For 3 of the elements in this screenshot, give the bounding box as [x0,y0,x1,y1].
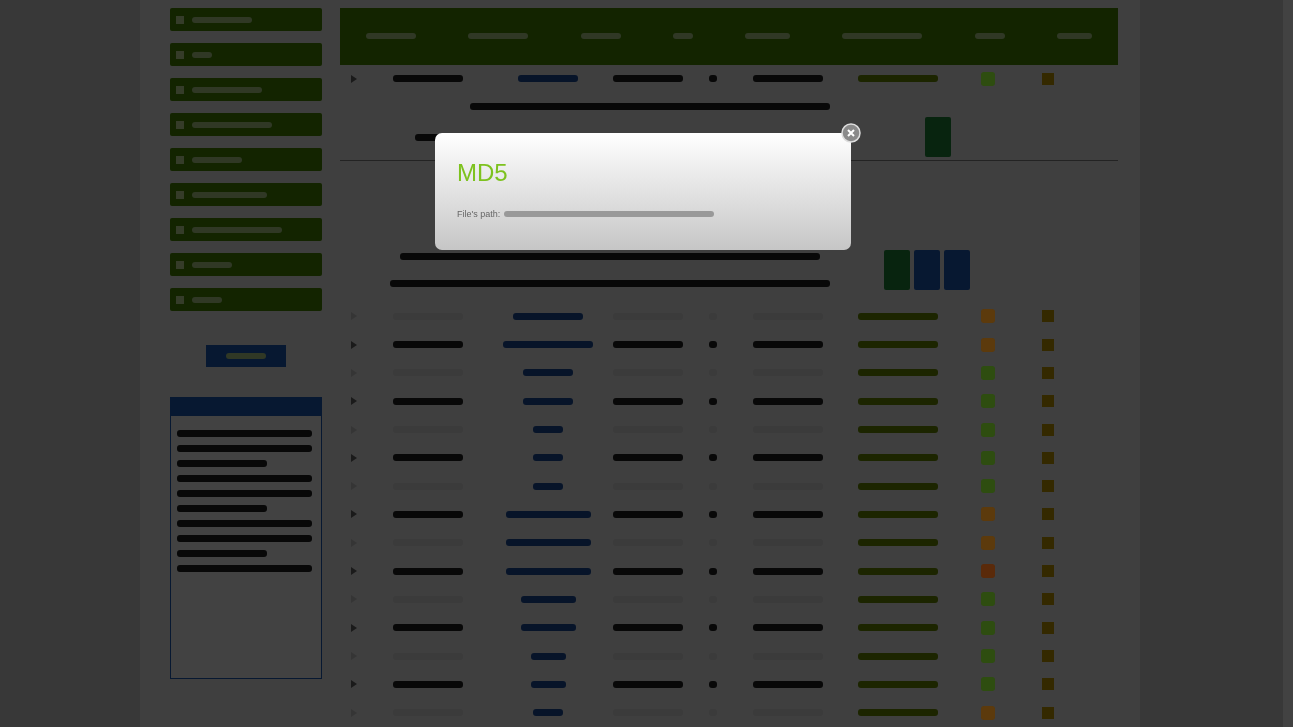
close-icon[interactable] [841,123,861,143]
dialog-label: File's path: [457,209,501,219]
dialog-title: MD5 [457,159,508,187]
